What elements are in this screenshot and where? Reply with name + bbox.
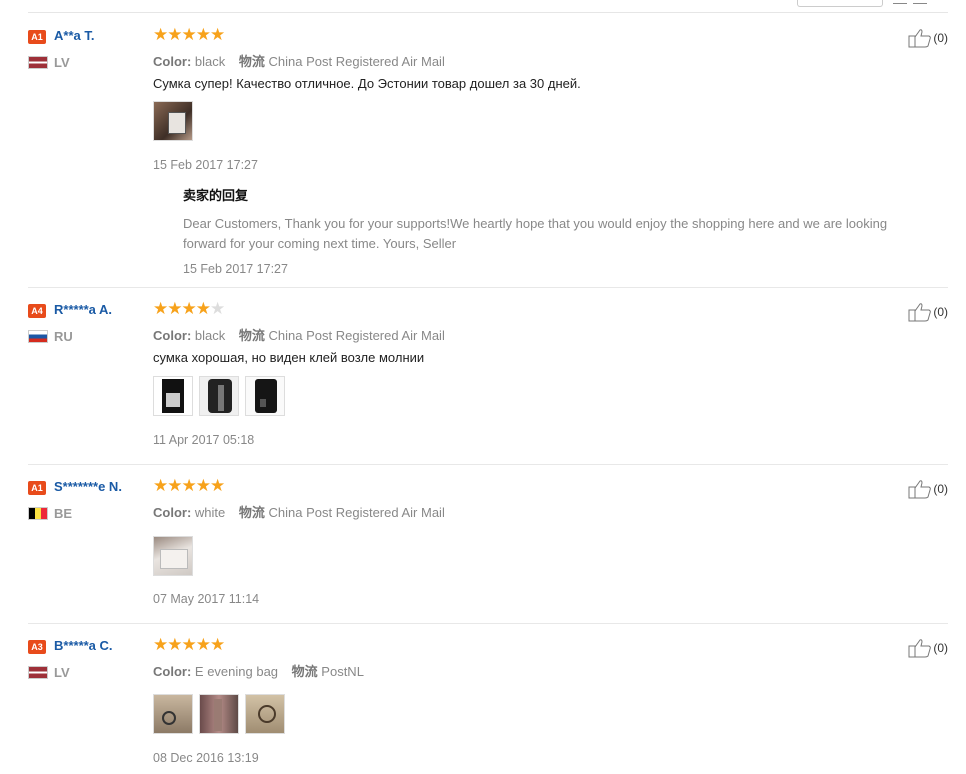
- sort-dropdown[interactable]: [797, 0, 883, 7]
- reply-title: 卖家的回复: [183, 188, 249, 203]
- review-photo-thumbnail[interactable]: [245, 694, 285, 734]
- order-info: Color: black 物流 China Post Registered Ai…: [153, 51, 445, 70]
- review-date: 07 May 2017 11:14: [153, 592, 260, 606]
- logistics-label: 物流: [238, 505, 265, 520]
- reviewer-name: B*****a C.: [54, 638, 113, 653]
- review-photo-thumbnail[interactable]: [199, 694, 239, 734]
- country-code: LV: [54, 55, 70, 70]
- logistics-value: China Post Registered Air Mail: [268, 54, 445, 69]
- review-photo-thumbnail[interactable]: [199, 376, 239, 416]
- level-badge: A1: [28, 481, 46, 495]
- country-code: LV: [54, 665, 70, 680]
- country-flag-icon: [28, 666, 48, 679]
- helpful-button[interactable]: (0): [908, 638, 948, 658]
- star-rating: ★★★★★: [153, 635, 225, 654]
- top-toolbar: [0, 0, 966, 14]
- review-photo-thumbnail[interactable]: [153, 694, 193, 734]
- reviewer-name: A**a T.: [54, 28, 95, 43]
- review-text: сумка хорошая, но виден клей возле молни…: [153, 350, 425, 365]
- country-code: RU: [54, 329, 73, 344]
- order-info: Color: black 物流 China Post Registered Ai…: [153, 325, 445, 344]
- logistics-label: 物流: [238, 328, 265, 343]
- review-photos: [153, 376, 285, 416]
- review-item: A1 A**a T. LV ★★★★★ Color: black 物流 Chin…: [28, 14, 948, 288]
- order-info: Color: E evening bag 物流 PostNL: [153, 661, 364, 680]
- helpful-count: (0): [933, 31, 948, 45]
- thumbs-up-icon: [908, 639, 932, 658]
- color-value: black: [194, 328, 226, 343]
- reply-text: Dear Customers, Thank you for your suppo…: [183, 214, 918, 254]
- reply-text-line: Dear Customers, Thank you for your suppo…: [183, 216, 888, 231]
- review-item: A4 R*****a A. RU ★★★★★ Color: black 物流 C…: [28, 288, 948, 465]
- review-photos: [153, 101, 193, 141]
- helpful-count: (0): [933, 641, 948, 655]
- review-photo-thumbnail[interactable]: [245, 376, 285, 416]
- reply-date: 15 Feb 2017 17:27: [183, 262, 288, 276]
- logistics-value: China Post Registered Air Mail: [268, 328, 445, 343]
- review-date: 11 Apr 2017 05:18: [153, 433, 255, 447]
- logistics-value: PostNL: [321, 664, 364, 679]
- review-date: 08 Dec 2016 13:19: [153, 751, 259, 765]
- star-rating: ★★★★★: [153, 476, 225, 495]
- color-label: Color:: [153, 664, 192, 679]
- color-value: white: [194, 505, 226, 520]
- reviewer-name: R*****a A.: [54, 302, 113, 317]
- review-photo-thumbnail[interactable]: [153, 536, 193, 576]
- level-badge: A4: [28, 304, 46, 318]
- country-flag-icon: [28, 330, 48, 343]
- color-label: Color:: [153, 328, 192, 343]
- level-badge: A1: [28, 30, 46, 44]
- review-photo-thumbnail[interactable]: [153, 101, 193, 141]
- thumbs-up-icon: [908, 303, 932, 322]
- review-item: A1 S*******e N. BE ★★★★★ Color: white 物流…: [28, 465, 948, 624]
- logistics-label: 物流: [291, 664, 318, 679]
- view-toggle[interactable]: [893, 0, 933, 4]
- logistics-value: China Post Registered Air Mail: [268, 505, 445, 520]
- star-rating: ★★★★★: [153, 25, 225, 44]
- review-item: A3 B*****a C. LV ★★★★★ Color: E evening …: [28, 624, 948, 774]
- helpful-button[interactable]: (0): [908, 302, 948, 322]
- country-flag-icon: [28, 56, 48, 69]
- review-text: Сумка супер! Качество отличное. До Эстон…: [153, 76, 581, 91]
- logistics-label: 物流: [238, 54, 265, 69]
- list-view-icon[interactable]: [893, 0, 907, 4]
- reviewer-name: S*******e N.: [54, 479, 122, 494]
- helpful-button[interactable]: (0): [908, 479, 948, 499]
- level-badge: A3: [28, 640, 46, 654]
- star-rating: ★★★★★: [153, 299, 225, 318]
- color-label: Color:: [153, 505, 192, 520]
- country-flag-icon: [28, 507, 48, 520]
- review-date: 15 Feb 2017 17:27: [153, 158, 258, 172]
- helpful-count: (0): [933, 305, 948, 319]
- helpful-count: (0): [933, 482, 948, 496]
- order-info: Color: white 物流 China Post Registered Ai…: [153, 502, 445, 521]
- grid-view-icon[interactable]: [913, 0, 927, 4]
- helpful-button[interactable]: (0): [908, 28, 948, 48]
- review-photos: [153, 536, 193, 576]
- divider: [28, 12, 948, 13]
- review-photo-thumbnail[interactable]: [153, 376, 193, 416]
- color-label: Color:: [153, 54, 192, 69]
- thumbs-up-icon: [908, 29, 932, 48]
- reply-text-line: forward for your coming next time. Yours…: [183, 236, 457, 251]
- thumbs-up-icon: [908, 480, 932, 499]
- color-value: black: [194, 54, 226, 69]
- color-value: E evening bag: [194, 664, 279, 679]
- seller-reply: 卖家的回复 Dear Customers, Thank you for your…: [183, 185, 918, 276]
- country-code: BE: [54, 506, 73, 521]
- review-photos: [153, 694, 285, 734]
